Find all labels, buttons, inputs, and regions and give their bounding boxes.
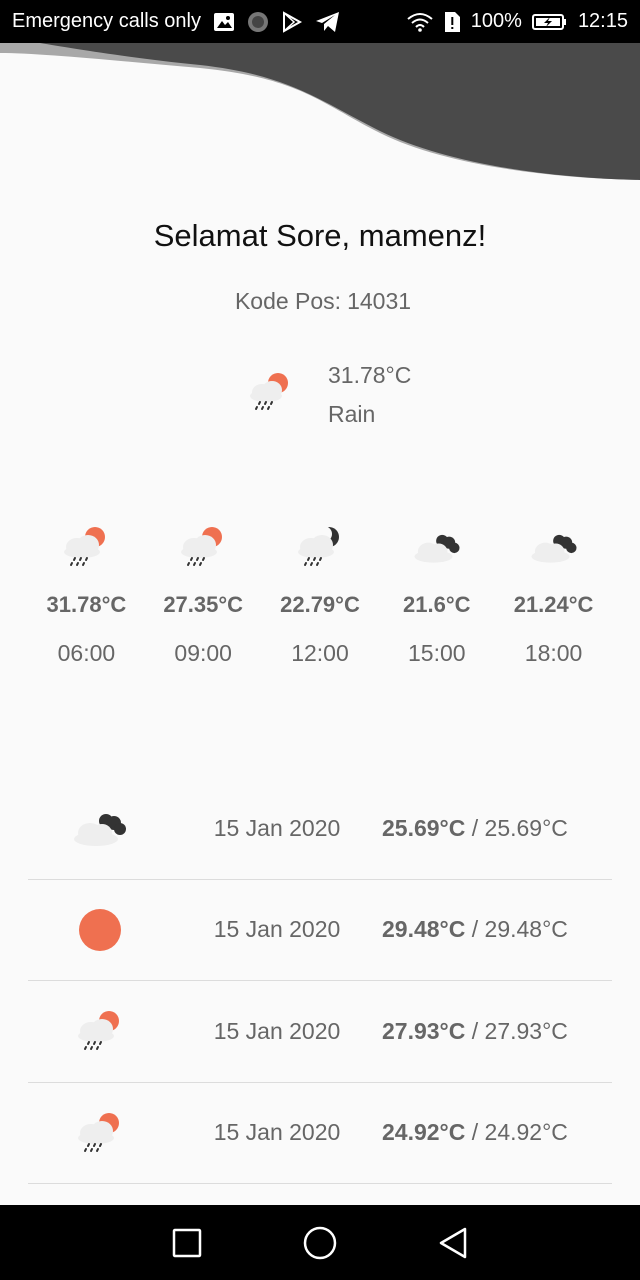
- daily-row[interactable]: 15 Jan 2020 27.93°C / 27.93°C: [28, 981, 612, 1083]
- daily-date: 15 Jan 2020: [213, 814, 341, 841]
- sun-icon: [79, 908, 121, 951]
- play-store-icon: [281, 10, 303, 33]
- hourly-forecast: 31.78°C 06:00 27.35°C 09:00 22.79°C 12:0…: [28, 522, 612, 667]
- daily-separator: /: [471, 814, 479, 841]
- header-wave: [0, 43, 640, 193]
- hourly-item: 21.6°C 15:00: [378, 522, 495, 667]
- gallery-icon: [213, 12, 235, 32]
- square-icon: [172, 1228, 201, 1257]
- cloudy-night-icon: [74, 814, 126, 847]
- daily-forecast: 15 Jan 2020 25.69°C / 25.69°C 15 Jan 202…: [28, 778, 612, 1184]
- rain-sun-icon: [250, 373, 288, 410]
- circle-app-icon: [247, 11, 269, 33]
- daily-max: 24.92°C: [382, 1119, 466, 1146]
- hourly-temp: 22.79°C: [280, 592, 360, 617]
- home-button[interactable]: [300, 1223, 340, 1263]
- battery-icon: [531, 13, 568, 31]
- daily-min: 25.69°C: [484, 814, 568, 841]
- daily-row[interactable]: 15 Jan 2020 29.48°C / 29.48°C: [28, 880, 612, 981]
- recents-button[interactable]: [167, 1223, 207, 1263]
- daily-date: 15 Jan 2020: [213, 916, 341, 943]
- daily-row[interactable]: 15 Jan 2020 24.92°C / 24.92°C: [28, 1083, 612, 1184]
- circle-icon: [303, 1226, 337, 1259]
- clock: 12:15: [577, 10, 628, 32]
- hourly-time: 18:00: [524, 640, 583, 666]
- postal-code: Kode Pos: 14031: [0, 288, 640, 315]
- hourly-time: 09:00: [174, 640, 232, 666]
- cloudy-night-icon: [531, 534, 577, 563]
- carrier-text: Emergency calls only: [12, 10, 201, 32]
- hourly-temp: 21.6°C: [403, 592, 471, 617]
- current-temperature: 31.78°C: [328, 362, 412, 388]
- greeting-title: Selamat Sore, mamenz!: [153, 218, 487, 253]
- daily-separator: /: [471, 1017, 479, 1044]
- daily-min: 27.93°C: [484, 1017, 568, 1044]
- daily-temp: 27.93°C / 27.93°C: [382, 1018, 568, 1045]
- hourly-item: 31.78°C 06:00: [28, 522, 145, 667]
- navigation-bar: [0, 1205, 640, 1280]
- status-bar: Emergency calls only 100% 12:15: [0, 0, 640, 43]
- daily-date: 15 Jan 2020: [213, 1017, 341, 1044]
- rain-moon-icon: [297, 526, 339, 566]
- daily-temp: 29.48°C / 29.48°C: [382, 916, 568, 943]
- cloudy-night-icon: [414, 534, 460, 563]
- hourly-time: 15:00: [408, 640, 466, 666]
- postal-label: Kode Pos:: [234, 288, 342, 314]
- hourly-item: 22.79°C 12:00: [262, 522, 379, 667]
- daily-temp: 25.69°C / 25.69°C: [382, 815, 568, 842]
- daily-temp: 24.92°C / 24.92°C: [382, 1119, 568, 1146]
- current-weather: 31.78°C Rain: [246, 356, 411, 434]
- postal-value: 14031: [347, 288, 412, 314]
- current-condition: Rain: [328, 401, 376, 427]
- hourly-time: 06:00: [57, 640, 116, 666]
- daily-separator: /: [471, 1119, 479, 1146]
- daily-max: 27.93°C: [382, 1017, 466, 1044]
- daily-date: 15 Jan 2020: [213, 1119, 341, 1146]
- rain-sun-icon: [78, 1112, 119, 1152]
- hourly-time: 12:00: [291, 640, 349, 666]
- daily-min: 24.92°C: [484, 1119, 568, 1146]
- daily-max: 29.48°C: [382, 916, 466, 943]
- daily-min: 29.48°C: [484, 916, 568, 943]
- hourly-item: 21.24°C 18:00: [495, 522, 612, 667]
- back-button[interactable]: [433, 1223, 473, 1263]
- rain-sun-icon: [78, 1011, 119, 1051]
- hourly-temp: 21.24°C: [513, 592, 594, 617]
- wifi-icon: [407, 12, 433, 32]
- rain-sun-icon: [64, 527, 106, 566]
- triangle-back-icon: [440, 1227, 467, 1258]
- hourly-item: 27.35°C 09:00: [145, 522, 262, 667]
- hourly-temp: 27.35°C: [163, 592, 244, 617]
- daily-row[interactable]: 15 Jan 2020 25.69°C / 25.69°C: [28, 778, 612, 880]
- hourly-temp: 31.78°C: [46, 592, 127, 617]
- telegram-icon: [315, 11, 341, 33]
- daily-max: 25.69°C: [382, 814, 466, 841]
- alert-file-icon: [443, 11, 461, 33]
- battery-percent: 100%: [470, 10, 522, 32]
- daily-separator: /: [471, 916, 479, 943]
- rain-sun-icon: [181, 527, 223, 566]
